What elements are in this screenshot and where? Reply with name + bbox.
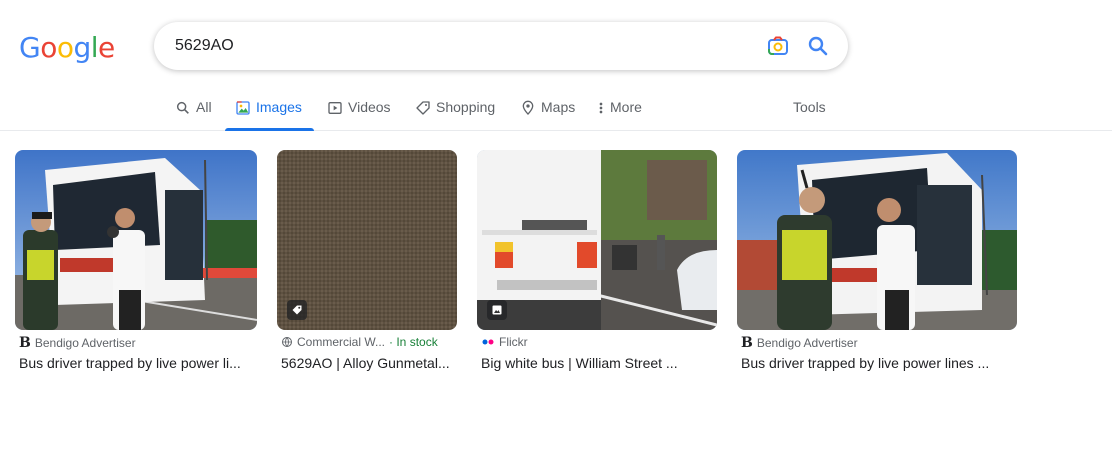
source-name: Bendigo Advertiser xyxy=(34,336,136,350)
result-title[interactable]: Big white bus | William Street ... xyxy=(481,355,678,371)
tab-label: Shopping xyxy=(436,99,496,115)
tag-icon xyxy=(416,101,430,115)
bus-photo xyxy=(15,150,257,330)
result-title[interactable]: Bus driver trapped by live power li... xyxy=(19,355,241,371)
flickr-icon xyxy=(482,339,494,345)
image-result[interactable]: Flickr Big white bus | William Street ..… xyxy=(477,150,717,371)
logo-letter: l xyxy=(90,31,99,64)
tab-videos[interactable]: Videos xyxy=(327,90,391,130)
result-source[interactable]: B Bendigo Advertiser xyxy=(19,335,136,351)
result-thumbnail[interactable] xyxy=(277,150,457,330)
logo-letter: g xyxy=(73,31,91,64)
tab-images[interactable]: Images xyxy=(225,90,314,131)
image-result[interactable]: Commercial W... · In stock 5629AO | Allo… xyxy=(277,150,457,371)
tab-label: More xyxy=(610,99,642,115)
images-icon xyxy=(236,101,250,115)
video-icon xyxy=(328,102,342,114)
tab-label: Videos xyxy=(348,99,391,115)
tag-icon xyxy=(292,305,302,315)
search-icon[interactable] xyxy=(806,34,830,58)
tab-label: Maps xyxy=(541,99,576,115)
result-thumbnail[interactable] xyxy=(477,150,717,330)
image-icon xyxy=(492,305,502,315)
tab-maps[interactable]: Maps xyxy=(520,90,575,130)
result-title[interactable]: Bus driver trapped by live power lines .… xyxy=(741,355,989,371)
result-thumbnail[interactable] xyxy=(737,150,1017,330)
site-favicon: B xyxy=(19,335,31,351)
source-name: Flickr xyxy=(499,335,528,349)
tab-shopping[interactable]: Shopping xyxy=(415,90,495,130)
bus-rear-photo xyxy=(477,150,717,330)
result-thumbnail[interactable] xyxy=(15,150,257,330)
result-source[interactable]: Flickr xyxy=(481,335,528,349)
logo-letter: o xyxy=(40,31,57,64)
result-source[interactable]: B Bendigo Advertiser xyxy=(741,335,858,351)
camera-icon[interactable] xyxy=(766,34,790,58)
stock-status: · In stock xyxy=(389,335,438,349)
bus-photo xyxy=(737,150,1017,330)
shopping-tag-badge xyxy=(287,300,307,320)
logo-letter: e xyxy=(98,31,115,64)
tab-label: Images xyxy=(256,99,302,115)
source-name: Commercial W... xyxy=(297,335,386,349)
search-icon xyxy=(176,101,189,114)
image-badge xyxy=(487,300,507,320)
tab-all[interactable]: All xyxy=(175,90,212,130)
more-vertical-icon xyxy=(599,102,603,114)
logo-letter: G xyxy=(19,31,41,64)
search-input[interactable] xyxy=(175,35,755,57)
map-pin-icon xyxy=(522,100,534,115)
source-name: Bendigo Advertiser xyxy=(756,336,858,350)
image-result[interactable]: B Bendigo Advertiser Bus driver trapped … xyxy=(737,150,1017,371)
globe-icon xyxy=(282,337,292,347)
tab-label: All xyxy=(196,99,212,115)
image-result[interactable]: B Bendigo Advertiser Bus driver trapped … xyxy=(15,150,257,371)
site-favicon: B xyxy=(741,335,753,351)
logo-letter: o xyxy=(56,31,74,64)
google-logo[interactable]: Google xyxy=(19,31,115,64)
tools-button[interactable]: Tools xyxy=(793,99,826,115)
result-source[interactable]: Commercial W... · In stock xyxy=(281,335,438,349)
tab-more[interactable]: More xyxy=(597,90,642,130)
search-box[interactable] xyxy=(154,22,848,70)
search-tabs: All Images Videos Shopping Maps More Too… xyxy=(0,90,1112,131)
result-title[interactable]: 5629AO | Alloy Gunmetal... xyxy=(281,355,450,371)
